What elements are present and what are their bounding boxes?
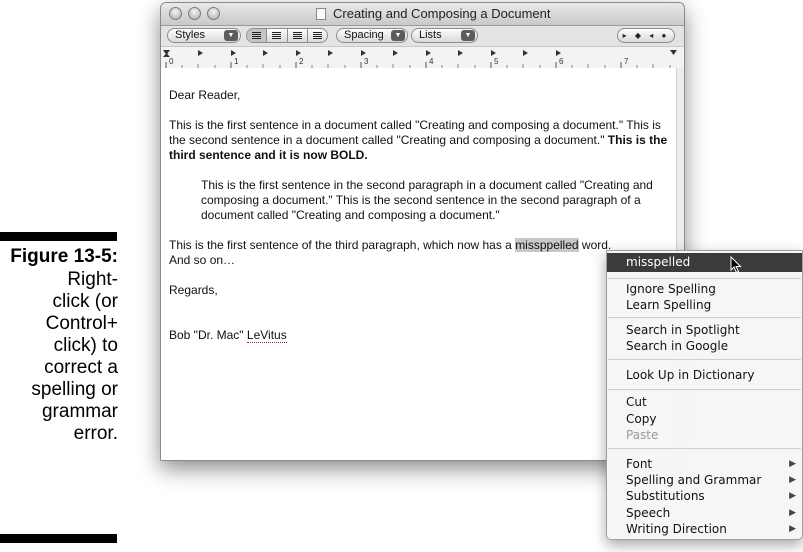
closing[interactable]: Regards, bbox=[169, 283, 674, 298]
caption-bottom-rule bbox=[0, 534, 117, 543]
signature[interactable]: Bob "Dr. Mac" LeVitus bbox=[169, 328, 674, 343]
document-text[interactable]: Dear Reader, This is the first sentence … bbox=[169, 88, 674, 343]
ruler-number: 6 bbox=[559, 57, 564, 66]
caption-line: Control+ bbox=[45, 313, 118, 334]
menu-separator bbox=[608, 448, 801, 449]
cut-item[interactable]: Cut bbox=[607, 394, 802, 410]
document-icon[interactable] bbox=[316, 8, 326, 20]
submenu-arrow-icon: ▶ bbox=[789, 459, 796, 469]
paste-item: Paste bbox=[626, 428, 659, 442]
search-google-item[interactable]: Search in Google bbox=[607, 338, 802, 354]
ruler-ticks bbox=[163, 50, 677, 68]
justify-button[interactable] bbox=[288, 29, 308, 42]
paragraph-3-line-2[interactable]: And so on… bbox=[169, 253, 674, 268]
figure-caption: Figure 13-5: Right- click (or Control+ c… bbox=[0, 246, 118, 445]
minimize-window-button[interactable] bbox=[188, 7, 201, 20]
tab-stop-buttons[interactable]: ▸ ◆ ◂ ● bbox=[617, 28, 675, 43]
alignment-segmented-control bbox=[246, 28, 328, 43]
ruler-number: 0 bbox=[169, 57, 174, 66]
justify-icon bbox=[292, 32, 302, 39]
ruler-number: 3 bbox=[364, 57, 369, 66]
lists-popup-label: Lists bbox=[419, 29, 442, 41]
caption-line: Right- bbox=[67, 269, 118, 290]
submenu-arrow-icon: ▶ bbox=[789, 524, 796, 534]
submenu-arrow-icon: ▶ bbox=[789, 508, 796, 518]
ruler[interactable]: 0 1 2 3 4 5 6 7 bbox=[161, 46, 684, 69]
align-right-icon bbox=[312, 32, 322, 39]
ruler-number: 2 bbox=[299, 57, 304, 66]
align-left-button[interactable] bbox=[247, 29, 268, 42]
paragraph-3-text: This is the first sentence of the third … bbox=[169, 238, 516, 252]
learn-spelling-item[interactable]: Learn Spelling bbox=[607, 297, 802, 313]
caption-line: correct a bbox=[44, 357, 118, 378]
menu-separator bbox=[608, 389, 801, 390]
font-item[interactable]: Font ▶ bbox=[607, 456, 802, 472]
title-bar[interactable]: Creating and Composing a Document bbox=[161, 3, 684, 26]
spelling-suggestion-item[interactable]: misspelled bbox=[607, 253, 802, 272]
misspelled-word[interactable]: missppelled bbox=[515, 238, 579, 252]
signature-name: LeVitus bbox=[246, 328, 287, 343]
caption-line: spelling or bbox=[31, 379, 118, 400]
close-window-button[interactable] bbox=[169, 7, 182, 20]
styles-popup-label: Styles bbox=[175, 29, 205, 41]
ruler-number: 5 bbox=[494, 57, 499, 66]
font-item-label: Font bbox=[626, 457, 653, 471]
look-up-dictionary-item[interactable]: Look Up in Dictionary bbox=[607, 367, 802, 383]
paragraph-1[interactable]: This is the first sentence in a document… bbox=[169, 118, 674, 163]
align-center-icon bbox=[272, 32, 282, 39]
format-toolbar: Styles ▼ Spacing ▼ Lists ▼ ▸ ◆ ◂ ● bbox=[161, 26, 684, 46]
submenu-arrow-icon: ▶ bbox=[789, 491, 796, 501]
paragraph-1-text: This is the first sentence in a document… bbox=[169, 118, 661, 147]
caption-top-rule bbox=[0, 232, 117, 241]
signature-text: Bob "Dr. Mac" bbox=[169, 328, 247, 342]
document-body[interactable]: Dear Reader, This is the first sentence … bbox=[161, 68, 677, 460]
spacing-popup-label: Spacing bbox=[344, 29, 384, 41]
chevron-down-icon: ▼ bbox=[461, 30, 475, 41]
spacing-popup[interactable]: Spacing ▼ bbox=[336, 28, 408, 43]
zoom-window-button[interactable] bbox=[207, 7, 220, 20]
search-spotlight-item[interactable]: Search in Spotlight bbox=[607, 322, 802, 338]
ruler-number: 1 bbox=[234, 57, 239, 66]
caption-line: error. bbox=[73, 423, 118, 444]
chevron-down-icon: ▼ bbox=[391, 30, 405, 41]
copy-item[interactable]: Copy bbox=[607, 411, 802, 427]
spelling-grammar-item-label: Spelling and Grammar bbox=[626, 473, 762, 487]
speech-item[interactable]: Speech ▶ bbox=[607, 505, 802, 521]
writing-direction-item-label: Writing Direction bbox=[626, 522, 727, 536]
greeting[interactable]: Dear Reader, bbox=[169, 88, 674, 103]
spelling-grammar-item[interactable]: Spelling and Grammar ▶ bbox=[607, 472, 802, 488]
speech-item-label: Speech bbox=[626, 506, 671, 520]
substitutions-item-label: Substitutions bbox=[626, 489, 705, 503]
caption-line: click) to bbox=[53, 335, 118, 356]
paragraph-3[interactable]: This is the first sentence of the third … bbox=[169, 238, 674, 253]
caption-line: click (or bbox=[52, 291, 118, 312]
context-menu: misspelled Ignore Spelling Learn Spellin… bbox=[606, 250, 803, 540]
submenu-arrow-icon: ▶ bbox=[789, 475, 796, 485]
align-center-button[interactable] bbox=[267, 29, 288, 42]
mouse-pointer-icon bbox=[730, 256, 742, 274]
figure-number: Figure 13-5: bbox=[10, 246, 118, 267]
substitutions-item[interactable]: Substitutions ▶ bbox=[607, 488, 802, 504]
chevron-down-icon: ▼ bbox=[224, 30, 238, 41]
writing-direction-item[interactable]: Writing Direction ▶ bbox=[607, 521, 802, 537]
ruler-number: 4 bbox=[429, 57, 434, 66]
caption-line: grammar bbox=[41, 401, 118, 422]
align-left-icon bbox=[252, 32, 262, 39]
menu-separator bbox=[608, 359, 801, 360]
lists-popup[interactable]: Lists ▼ bbox=[411, 28, 478, 43]
align-right-button[interactable] bbox=[308, 29, 327, 42]
ignore-spelling-item[interactable]: Ignore Spelling bbox=[607, 281, 802, 297]
menu-separator bbox=[608, 278, 801, 279]
paragraph-2[interactable]: This is the first sentence in the second… bbox=[169, 178, 674, 223]
window-title: Creating and Composing a Document bbox=[333, 6, 551, 21]
styles-popup[interactable]: Styles ▼ bbox=[167, 28, 241, 43]
menu-separator bbox=[608, 317, 801, 318]
ruler-number: 7 bbox=[624, 57, 629, 66]
